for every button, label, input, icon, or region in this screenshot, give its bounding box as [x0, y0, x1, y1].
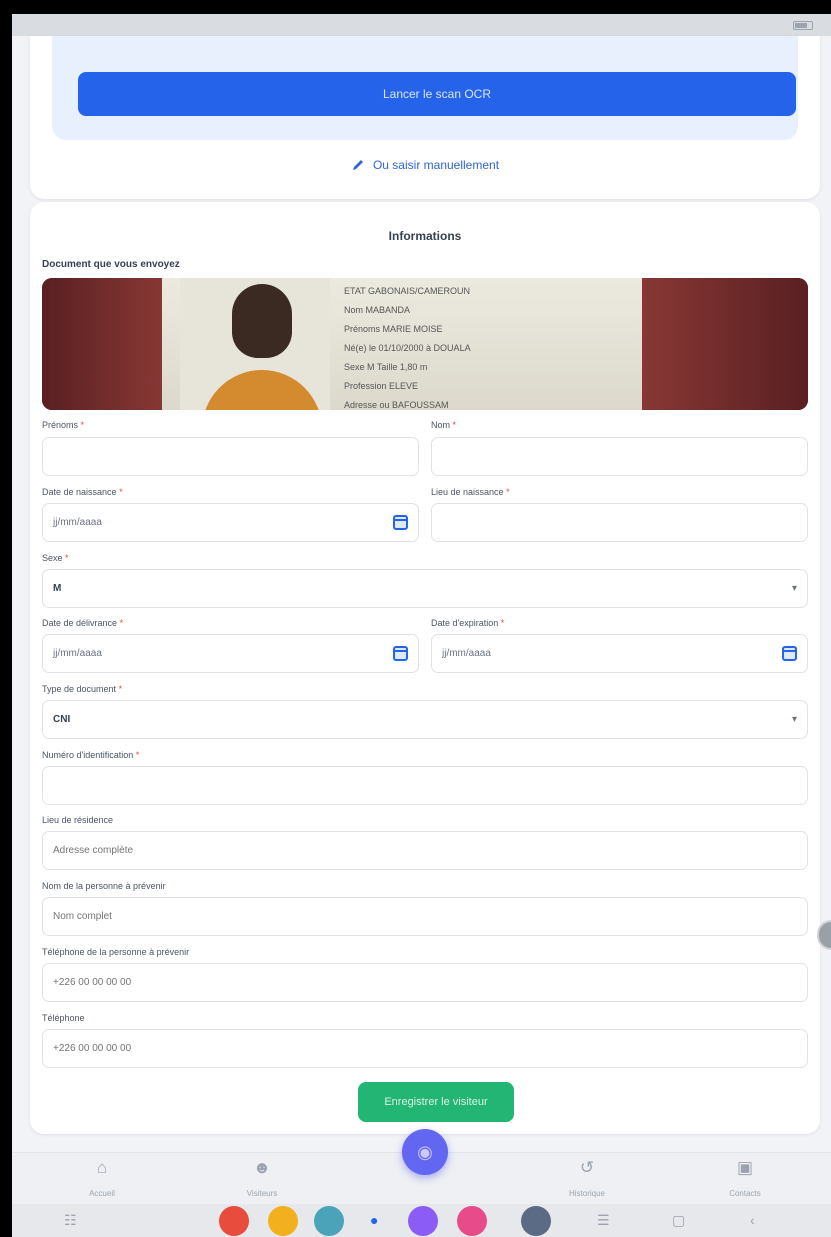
id-photo	[180, 278, 330, 410]
app-teal-icon[interactable]	[314, 1206, 344, 1236]
id-line: Sexe M Taille 1,80 m	[344, 362, 428, 372]
calendar-icon[interactable]	[393, 646, 408, 661]
manual-entry-link[interactable]: Ou saisir manuellement	[30, 158, 820, 172]
prenoms-label: Prénoms *	[42, 420, 85, 430]
photo-shoulders	[202, 370, 322, 410]
form-title: Informations	[388, 229, 462, 243]
manual-entry-label: Ou saisir manuellement	[372, 158, 500, 172]
date-expiration-label: Date d'expiration *	[431, 618, 505, 628]
calendar-icon[interactable]	[782, 646, 797, 661]
nav-item-accueil[interactable]: ⌂ Accueil	[57, 1159, 147, 1201]
lieu-residence-label: Lieu de résidence	[42, 815, 114, 825]
briefcase-icon: ▣	[736, 1158, 754, 1177]
status-indicators	[787, 20, 813, 30]
document-background-right	[628, 278, 808, 410]
telephone-input[interactable]	[42, 1029, 808, 1068]
id-line: Adresse ou BAFOUSSAM	[344, 400, 449, 410]
nav-item-historique[interactable]: ↺ Historique	[542, 1159, 632, 1201]
id-line: Profession ELEVE	[344, 381, 419, 391]
id-card: ETAT GABONAIS/CAMEROUN Nom MABANDA Préno…	[162, 278, 642, 410]
date-delivrance-placeholder: jj/mm/aaaa	[53, 648, 102, 659]
home-icon: ⌂	[96, 1158, 108, 1177]
pencil-icon	[352, 160, 363, 170]
recent-apps-icon[interactable]: ☰	[597, 1212, 610, 1229]
save-visitor-button[interactable]: Enregistrer le visiteur	[358, 1082, 514, 1122]
app-yellow-icon[interactable]	[268, 1206, 298, 1236]
date-delivrance-field[interactable]: jj/mm/aaaa	[42, 634, 419, 673]
app-red-icon[interactable]	[219, 1206, 249, 1236]
lieu-naissance-input[interactable]	[431, 503, 808, 542]
date-naissance-field[interactable]: jj/mm/aaaa	[42, 503, 419, 542]
scan-ocr-button[interactable]: Lancer le scan OCR	[78, 72, 796, 116]
app-grey-icon[interactable]	[521, 1206, 551, 1236]
date-naissance-label: Date de naissance *	[42, 487, 123, 497]
nav-item-contacts[interactable]: ▣ Contacts	[700, 1159, 790, 1201]
id-line: Né(e) le 01/10/2000 à DOUALA	[344, 343, 471, 353]
type-document-value: CNI	[53, 714, 71, 725]
date-naissance-placeholder: jj/mm/aaaa	[53, 517, 102, 528]
document-label: Document que vous envoyez	[42, 259, 180, 270]
system-navigation-bar: ☷ ● ☰ ▢ ‹	[12, 1204, 831, 1237]
upload-zone: Lancer le scan OCR	[52, 36, 798, 140]
bottom-navigation: ⌂ Accueil ☻ Visiteurs ◉ ↺ Historique ▣ C…	[12, 1129, 831, 1204]
nom-label: Nom *	[431, 420, 457, 430]
numero-identification-input[interactable]	[42, 766, 808, 805]
calendar-icon[interactable]	[393, 515, 408, 530]
chevron-down-icon: ▾	[791, 583, 797, 594]
home-button-icon[interactable]: ▢	[672, 1212, 685, 1229]
lieu-naissance-label: Lieu de naissance *	[431, 487, 510, 497]
nav-label: Contacts	[729, 1189, 761, 1198]
scan-fab-button[interactable]: ◉	[402, 1129, 448, 1175]
tel-personne-prevenir-label: Téléphone de la personne à prévenir	[42, 947, 190, 957]
lieu-residence-input[interactable]	[42, 831, 808, 870]
nav-label: Accueil	[89, 1189, 115, 1198]
id-line: Prénoms MARIE MOISE	[344, 324, 443, 334]
nav-label: Visiteurs	[246, 1189, 278, 1198]
type-document-select[interactable]: CNI ▾	[42, 700, 808, 739]
battery-icon	[793, 20, 813, 30]
date-expiration-placeholder: jj/mm/aaaa	[442, 648, 491, 659]
app-pink-icon[interactable]	[457, 1206, 487, 1236]
type-document-label: Type de document *	[42, 684, 123, 694]
photo-head	[232, 284, 292, 358]
telephone-label: Téléphone	[42, 1013, 85, 1023]
user-icon: ☻	[253, 1158, 271, 1177]
date-expiration-field[interactable]: jj/mm/aaaa	[431, 634, 808, 673]
nav-item-visiteurs[interactable]: ☻ Visiteurs	[217, 1159, 307, 1201]
back-button-icon[interactable]: ‹	[750, 1212, 755, 1228]
id-line: Nom MABANDA	[344, 305, 411, 315]
id-document-image: ETAT GABONAIS/CAMEROUN Nom MABANDA Préno…	[42, 278, 808, 410]
scan-icon: ◉	[417, 1141, 433, 1162]
history-icon: ↺	[579, 1158, 595, 1177]
nom-personne-prevenir-input[interactable]	[42, 897, 808, 936]
nom-input[interactable]	[431, 437, 808, 476]
chevron-down-icon: ▾	[791, 714, 797, 725]
date-delivrance-label: Date de délivrance *	[42, 618, 124, 628]
status-bar	[12, 14, 831, 36]
apps-grid-icon[interactable]: ☷	[64, 1212, 77, 1229]
app-purple-icon[interactable]	[408, 1206, 438, 1236]
sexe-label: Sexe *	[42, 553, 69, 563]
prenoms-input[interactable]	[42, 437, 419, 476]
app-screen: Lancer le scan OCR Ou saisir manuellemen…	[12, 14, 831, 1237]
tel-personne-prevenir-input[interactable]	[42, 963, 808, 1002]
numero-identification-label: Numéro d'identification *	[42, 750, 140, 760]
nav-label: Historique	[568, 1189, 605, 1198]
id-line: ETAT GABONAIS/CAMEROUN	[344, 286, 471, 296]
dot-indicator-icon: ●	[370, 1212, 379, 1228]
id-card-text: ETAT GABONAIS/CAMEROUN Nom MABANDA Préno…	[344, 282, 471, 410]
nom-personne-prevenir-label: Nom de la personne à prévenir	[42, 881, 166, 891]
document-background-left	[42, 278, 172, 410]
sexe-value: M	[53, 583, 62, 594]
information-form: Informations Document que vous envoyez E…	[30, 202, 820, 1134]
sexe-select[interactable]: M ▾	[42, 569, 808, 608]
upload-card: Lancer le scan OCR Ou saisir manuellemen…	[30, 36, 820, 199]
